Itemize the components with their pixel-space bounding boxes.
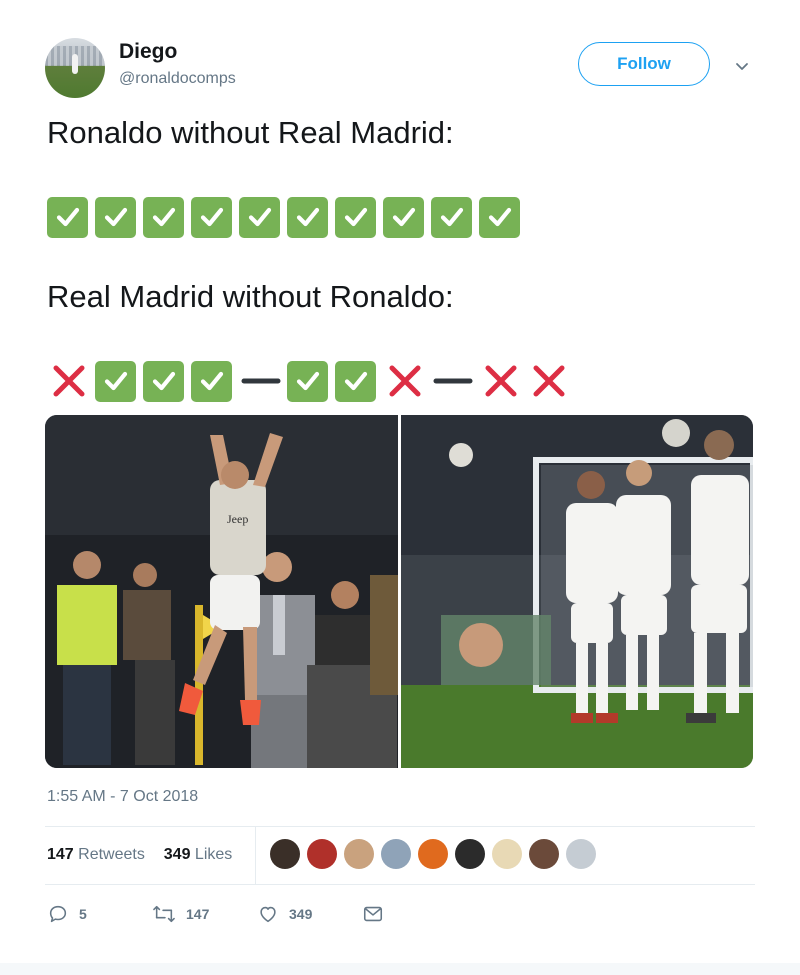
svg-text:Jeep: Jeep bbox=[227, 512, 248, 526]
tweet-timestamp[interactable]: 1:55 AM - 7 Oct 2018 bbox=[47, 788, 198, 806]
retweet-count: 147 bbox=[186, 906, 210, 922]
check-mark-icon bbox=[239, 196, 280, 238]
dash-icon bbox=[239, 359, 283, 403]
likes-label[interactable]: Likes bbox=[195, 846, 232, 863]
author-handle[interactable]: @ronaldocomps bbox=[119, 70, 236, 88]
cross-mark-icon bbox=[47, 359, 91, 403]
divider bbox=[255, 826, 256, 884]
check-mark-icon bbox=[479, 196, 520, 238]
likes-count[interactable]: 349 bbox=[164, 846, 191, 863]
direct-message-button[interactable] bbox=[362, 903, 384, 925]
liker-avatar[interactable] bbox=[492, 839, 522, 869]
photo-real-madrid-players[interactable] bbox=[401, 415, 753, 768]
retweets-label[interactable]: Retweets bbox=[78, 846, 145, 863]
check-mark-icon bbox=[287, 196, 328, 238]
tweet-actions: 5 147 349 bbox=[47, 903, 384, 925]
check-mark-icon bbox=[191, 196, 232, 238]
author-name[interactable]: Diego bbox=[119, 40, 177, 64]
check-mark-icon bbox=[335, 196, 376, 238]
reply-count: 5 bbox=[79, 906, 87, 922]
chevron-down-icon[interactable] bbox=[734, 58, 750, 74]
photo-ronaldo-celebration[interactable]: Jeep bbox=[45, 415, 398, 768]
liker-avatar[interactable] bbox=[455, 839, 485, 869]
liker-avatar[interactable] bbox=[566, 839, 596, 869]
check-mark-icon bbox=[95, 196, 136, 238]
cross-mark-icon bbox=[527, 359, 571, 403]
check-mark-icon bbox=[47, 196, 88, 238]
reply-button[interactable]: 5 bbox=[47, 903, 152, 925]
author-avatar[interactable] bbox=[45, 38, 105, 98]
dash-icon bbox=[431, 359, 475, 403]
reply-icon bbox=[49, 905, 67, 923]
cross-mark-icon bbox=[383, 359, 427, 403]
like-button[interactable]: 349 bbox=[257, 903, 362, 925]
tweet-text-line-1: Ronaldo without Real Madrid: bbox=[47, 115, 454, 150]
liker-avatar[interactable] bbox=[270, 839, 300, 869]
liker-avatar[interactable] bbox=[381, 839, 411, 869]
follow-button[interactable]: Follow bbox=[578, 42, 710, 86]
check-mark-icon bbox=[287, 360, 328, 402]
check-mark-icon bbox=[335, 360, 376, 402]
emoji-row-2 bbox=[47, 359, 575, 403]
divider bbox=[45, 884, 755, 885]
cross-mark-icon bbox=[479, 359, 523, 403]
check-mark-icon bbox=[143, 196, 184, 238]
like-count: 349 bbox=[289, 906, 313, 922]
emoji-row-1 bbox=[47, 195, 527, 239]
retweet-icon bbox=[153, 905, 175, 923]
check-mark-icon bbox=[383, 196, 424, 238]
liker-avatar[interactable] bbox=[529, 839, 559, 869]
check-mark-icon bbox=[191, 360, 232, 402]
heart-icon bbox=[260, 906, 276, 923]
likers-avatars bbox=[270, 839, 603, 869]
tweet-text-line-2: Real Madrid without Ronaldo: bbox=[47, 279, 454, 314]
engagement-stats: 147 Retweets 349 Likes bbox=[47, 846, 232, 864]
liker-avatar[interactable] bbox=[418, 839, 448, 869]
liker-avatar[interactable] bbox=[307, 839, 337, 869]
check-mark-icon bbox=[431, 196, 472, 238]
divider bbox=[45, 826, 755, 827]
liker-avatar[interactable] bbox=[344, 839, 374, 869]
check-mark-icon bbox=[143, 360, 184, 402]
retweet-button[interactable]: 147 bbox=[152, 903, 257, 925]
retweets-count[interactable]: 147 bbox=[47, 846, 74, 863]
check-mark-icon bbox=[95, 360, 136, 402]
tweet-card: Diego @ronaldocomps Follow Ronaldo witho… bbox=[0, 0, 800, 963]
envelope-icon bbox=[363, 906, 383, 922]
